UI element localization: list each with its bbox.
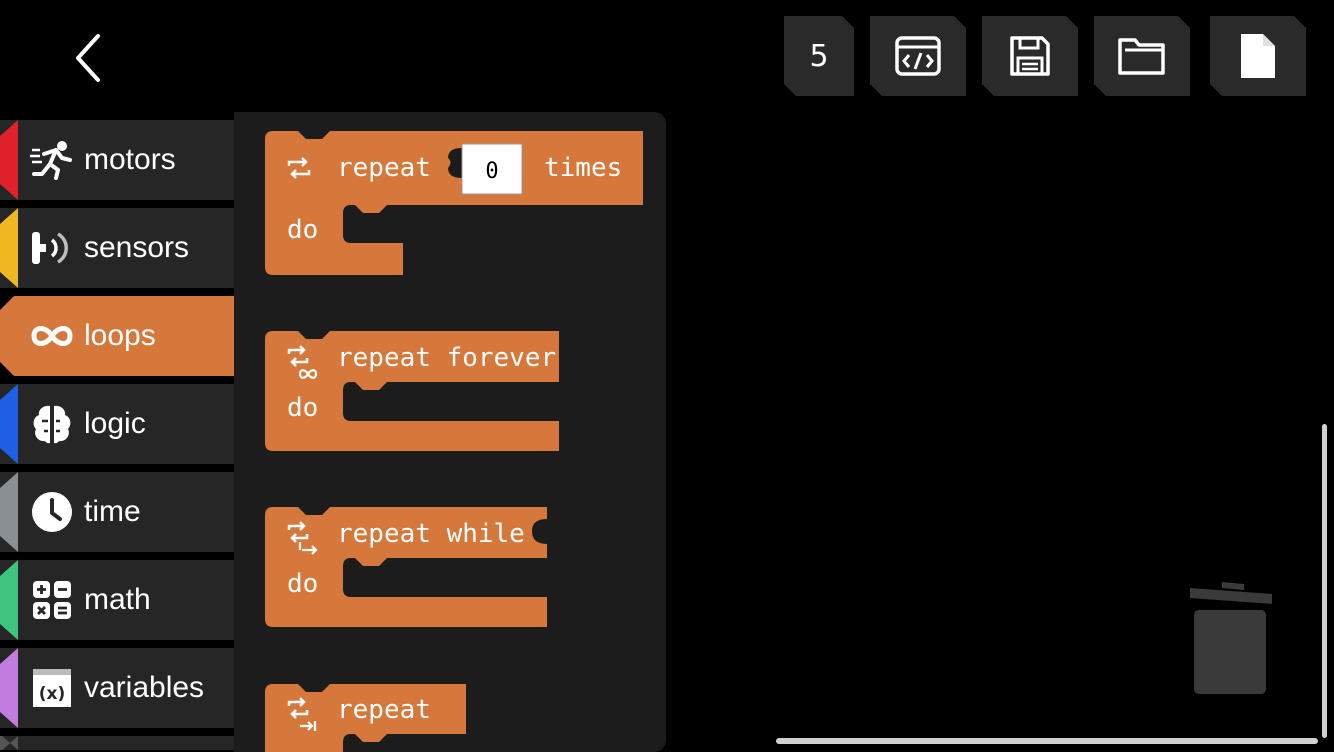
repeat-label: repeat [337, 153, 431, 183]
category-label: sensors [84, 231, 190, 264]
infinity-icon [30, 314, 74, 358]
repeat-times-block[interactable]: repeat 0 times do [265, 131, 643, 275]
category-color-tab [0, 384, 18, 464]
category-color-tab [0, 648, 18, 728]
category-motors[interactable]: motors [0, 120, 234, 200]
repeat-forever-label: repeat forever [337, 343, 556, 373]
do-label: do [287, 215, 318, 245]
folder-icon [1117, 36, 1167, 76]
do-label: do [287, 569, 318, 599]
category-label: math [84, 583, 151, 616]
repeat-while-block[interactable]: repeat while do [265, 507, 547, 627]
category-math[interactable]: math [0, 560, 234, 640]
code-icon [894, 35, 942, 77]
category-variables[interactable]: (x) variables [0, 648, 234, 728]
category-color-tab [0, 472, 18, 552]
times-label: times [544, 153, 622, 183]
new-file-icon [1239, 32, 1277, 80]
category-label: time [84, 495, 141, 528]
repeat-count-value: 0 [485, 159, 498, 184]
vertical-scrollbar[interactable] [1322, 424, 1327, 738]
clock-icon [30, 490, 74, 534]
save-button[interactable] [982, 16, 1078, 96]
block-count-button[interactable]: 5 [784, 16, 854, 96]
repeat-forever-block[interactable]: repeat forever do [265, 331, 559, 451]
code-view-button[interactable] [870, 16, 966, 96]
category-label: variables [84, 671, 205, 704]
repeat-block-partial[interactable]: repeat [265, 684, 466, 752]
flyout-canvas: repeat 0 times do repeat forever do repe… [265, 131, 643, 752]
category-label: logic [84, 407, 146, 440]
open-button[interactable] [1094, 16, 1190, 96]
category-color-tab [0, 120, 18, 200]
repeat-label: repeat [337, 695, 431, 725]
category-label: motors [84, 143, 176, 176]
variable-icon: (x) [30, 666, 74, 710]
save-icon [1008, 34, 1052, 78]
category-color-tab [0, 208, 18, 288]
back-button[interactable] [66, 30, 114, 86]
running-person-icon [30, 138, 74, 182]
category-logic[interactable]: logic [0, 384, 234, 464]
category-time[interactable]: time [0, 472, 234, 552]
calculator-icon [30, 578, 74, 622]
category-label: loops [84, 319, 156, 352]
svg-text:(x): (x) [39, 684, 66, 704]
sensor-icon [30, 226, 74, 270]
do-label: do [287, 393, 318, 423]
trash-icon[interactable] [1186, 580, 1278, 696]
block-count: 5 [809, 38, 829, 74]
category-color-tab [0, 560, 18, 640]
brain-icon [30, 402, 74, 446]
repeat-while-label: repeat while [337, 519, 525, 549]
new-file-button[interactable] [1210, 16, 1306, 96]
category-loops[interactable]: loops [0, 296, 234, 376]
block-flyout: repeat 0 times do repeat forever do repe… [234, 112, 666, 752]
category-sensors[interactable]: sensors [0, 208, 234, 288]
horizontal-scrollbar[interactable] [776, 738, 1318, 744]
category-more[interactable] [0, 736, 234, 750]
category-color-tab [0, 736, 18, 750]
